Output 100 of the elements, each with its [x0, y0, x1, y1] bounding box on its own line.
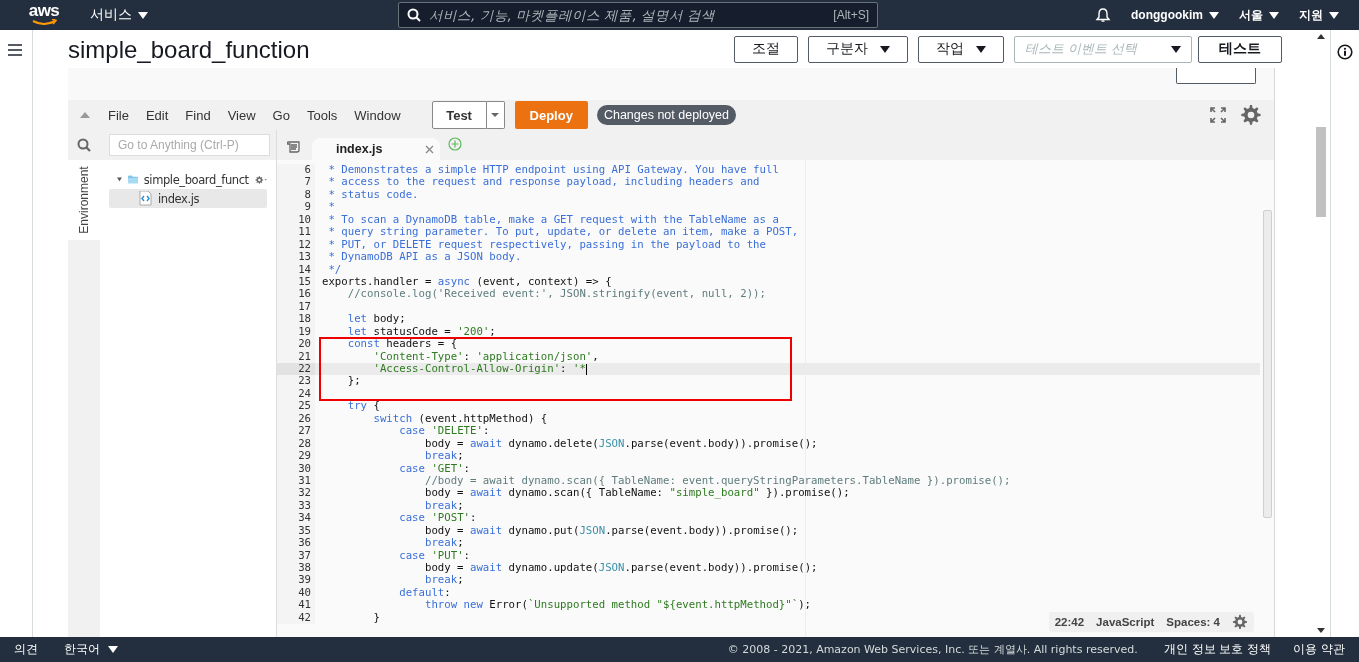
caret-icon	[1269, 11, 1279, 19]
code-line: //console.log('Received event:', JSON.stringify(event, null, 2));	[346, 288, 766, 301]
code-line: try {	[346, 400, 380, 413]
dropdown-button[interactable]	[486, 101, 505, 129]
line-number: 41	[277, 599, 315, 612]
line-number: 34	[277, 512, 315, 525]
code-line: body = await dynamo.scan({ TableName: "simple_board" }).promise();	[423, 487, 850, 500]
caret-icon	[138, 11, 148, 19]
panel-button[interactable]	[1176, 68, 1256, 84]
line-number: 9	[277, 201, 315, 214]
code-line: * access to the request and response payload, including headers and	[327, 176, 760, 189]
code-line: case 'DELETE':	[398, 425, 490, 438]
line-number: 18	[277, 313, 315, 326]
line-number: 13	[277, 251, 315, 264]
line-number: 38	[277, 562, 315, 575]
search-field[interactable]: 서비스, 기능, 마켓플레이스 제품, 설명서 검색 [Alt+S]	[398, 2, 878, 28]
code-line: exports.handler = async (event, context) => {	[321, 275, 612, 289]
side-tab[interactable]: Environment	[68, 160, 100, 240]
action-button[interactable]: 작업	[918, 35, 1004, 63]
services-menu[interactable]: 서비스	[90, 6, 148, 24]
test-button[interactable]: Test	[431, 101, 487, 129]
code-line: break;	[423, 574, 464, 587]
menu-item[interactable]: Find	[185, 107, 211, 123]
language-menu[interactable]: 한국어	[64, 641, 118, 658]
expand-caret-icon[interactable]	[117, 175, 122, 184]
code-line: switch (event.httpMethod) {	[372, 412, 548, 426]
feedback-link[interactable]: 의견	[14, 641, 38, 658]
code-line: * query string parameter. To put, update, or delete an item, make a POST,	[327, 226, 799, 239]
footer-link[interactable]: 개인 정보 보호 정책	[1163, 641, 1272, 658]
close-icon[interactable]	[425, 144, 434, 154]
tree-item[interactable]: simple_board_funct	[109, 170, 267, 189]
code-line: case 'POST':	[398, 512, 477, 525]
menu-item[interactable]: Tools	[306, 107, 338, 123]
line-number: 22	[277, 363, 315, 376]
code-line: break;	[423, 450, 464, 463]
status-badge: Changes not deployed	[596, 105, 736, 125]
support-menu[interactable]: 지원	[1299, 6, 1339, 24]
file-list-icon[interactable]	[287, 141, 300, 153]
scrollbar-thumb[interactable]	[1316, 127, 1326, 217]
menu-item[interactable]: Go	[272, 107, 290, 123]
line-number: 7	[277, 176, 315, 189]
aws-logo[interactable]: aws	[28, 5, 60, 25]
menu-item[interactable]: File	[108, 107, 129, 123]
code-line: * PUT, or DELETE request respectively, passing in the payload to the	[327, 238, 766, 252]
editor-tab[interactable]: index.js	[312, 138, 440, 160]
menu-icon[interactable]	[8, 44, 22, 56]
action-button[interactable]: 구분자	[808, 35, 908, 63]
menu-item[interactable]: Edit	[145, 107, 169, 123]
search-icon[interactable]	[77, 138, 91, 152]
code-line: //body = await dynamo.scan({ TableName: event.queryStringParameters.TableName }).promise();	[423, 474, 1011, 488]
line-number: 6	[277, 164, 315, 177]
code-line: break;	[423, 537, 464, 550]
goto-field[interactable]: Go to Anything (Ctrl-P)	[109, 134, 270, 156]
text-cursor	[585, 363, 588, 375]
scrollbar-thumb[interactable]	[1263, 210, 1272, 518]
code-line: let statusCode = '200';	[346, 325, 496, 339]
code-line: body = await dynamo.delete(JSON.parse(event.body)).promise();	[423, 437, 818, 451]
code-line: 'Content-Type': 'application/json',	[372, 350, 599, 363]
code-line: body = await dynamo.put(JSON.parse(event.body)).promise();	[423, 524, 799, 538]
footer-link[interactable]: 이용 약관	[1293, 641, 1345, 658]
search-icon	[407, 8, 421, 22]
caret-icon	[1329, 11, 1339, 19]
code-line: * To scan a DynamoDB table, make a GET request with the TableName as a	[327, 213, 779, 227]
code-line: const headers = {	[346, 338, 458, 351]
cursor-position: 22:42	[1054, 616, 1085, 628]
account-menu[interactable]: donggookim	[1131, 8, 1219, 22]
search-input[interactable]: 서비스, 기능, 마켓플레이스 제품, 설명서 검색	[429, 7, 826, 23]
code-line: * DynamoDB API as a JSON body.	[327, 251, 522, 264]
test-button[interactable]: 테스트	[1198, 35, 1282, 63]
line-number: 16	[277, 288, 315, 301]
code-line: };	[346, 375, 361, 388]
tree-item[interactable]: index.js	[109, 189, 267, 208]
action-button[interactable]: 조절	[734, 35, 798, 63]
region-menu[interactable]: 서울	[1239, 6, 1279, 24]
menu-item[interactable]: Window	[354, 107, 401, 123]
line-number: 25	[277, 400, 315, 413]
line-number: 29	[277, 450, 315, 463]
code-file-icon	[139, 191, 152, 206]
info-icon[interactable]	[1337, 44, 1353, 60]
code-line: throw new Error(`Unsupported method "${event.httpMethod}"`);	[423, 599, 812, 612]
code-line: *	[327, 201, 335, 214]
line-number: 23	[277, 375, 315, 388]
fullscreen-icon[interactable]	[1210, 107, 1226, 123]
scroll-up-icon[interactable]	[1317, 34, 1325, 39]
caret-icon	[1171, 45, 1181, 53]
settings-icon[interactable]	[1240, 104, 1262, 126]
folder-icon	[127, 173, 138, 186]
copyright-text: © 2008 - 2021, Amazon Web Services, Inc. 또는 계열사. All rights reserved.	[727, 642, 1138, 657]
indent-setting[interactable]: Spaces: 4	[1166, 616, 1220, 628]
menu-item[interactable]: View	[227, 107, 256, 123]
bell-icon[interactable]	[1095, 7, 1111, 23]
smile-icon	[31, 18, 57, 25]
code-line: default:	[398, 586, 451, 600]
code-line: body = await dynamo.update(JSON.parse(event.body)).promise();	[423, 562, 818, 575]
line-number: 27	[277, 425, 315, 438]
settings-icon[interactable]	[1232, 614, 1248, 630]
code-line: case 'GET':	[398, 462, 470, 475]
language-mode[interactable]: JavaScript	[1096, 616, 1155, 628]
caret-icon	[1209, 11, 1219, 19]
code-line: case 'PUT':	[398, 549, 470, 562]
